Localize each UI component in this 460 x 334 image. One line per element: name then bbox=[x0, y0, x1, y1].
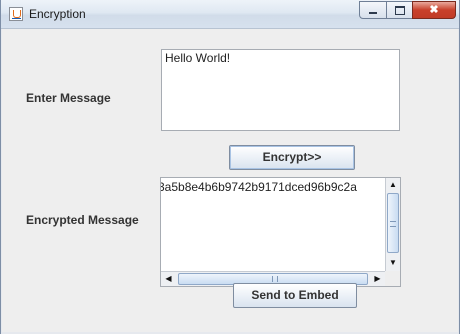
encrypted-message-text[interactable]: 3a5b8e4b6b9742b9171dced96b9c2a bbox=[161, 180, 357, 194]
scroll-down-icon[interactable]: ▼ bbox=[386, 256, 400, 270]
close-icon: ✖ bbox=[429, 4, 439, 16]
maximize-button[interactable] bbox=[386, 1, 413, 19]
minimize-button[interactable] bbox=[359, 1, 387, 19]
java-icon bbox=[9, 7, 23, 21]
encryption-window: Encryption ✖ Enter Message Hello World! … bbox=[0, 0, 460, 334]
scroll-up-icon[interactable]: ▲ bbox=[386, 178, 400, 192]
encrypted-message-label: Encrypted Message bbox=[26, 213, 139, 227]
vertical-scroll-thumb[interactable] bbox=[387, 193, 399, 253]
enter-message-label: Enter Message bbox=[26, 91, 111, 105]
scroll-left-icon[interactable]: ◀ bbox=[161, 272, 176, 286]
scroll-corner bbox=[385, 271, 400, 286]
minimize-icon bbox=[369, 12, 377, 14]
content-panel: Enter Message Hello World! Encrypt>> Enc… bbox=[2, 29, 458, 332]
scroll-right-icon[interactable]: ▶ bbox=[370, 272, 385, 286]
send-to-embed-button[interactable]: Send to Embed bbox=[233, 283, 357, 308]
maximize-icon bbox=[394, 6, 405, 15]
close-button[interactable]: ✖ bbox=[412, 1, 456, 19]
message-input[interactable]: Hello World! bbox=[161, 49, 400, 131]
window-title: Encryption bbox=[29, 7, 86, 21]
title-bar[interactable]: Encryption ✖ bbox=[1, 0, 459, 29]
encrypt-button[interactable]: Encrypt>> bbox=[229, 145, 355, 170]
encrypted-message-scroll-pane: 3a5b8e4b6b9742b9171dced96b9c2a ▲ ▼ ◀ ▶ bbox=[160, 177, 401, 287]
vertical-scrollbar[interactable]: ▲ ▼ bbox=[385, 178, 400, 271]
